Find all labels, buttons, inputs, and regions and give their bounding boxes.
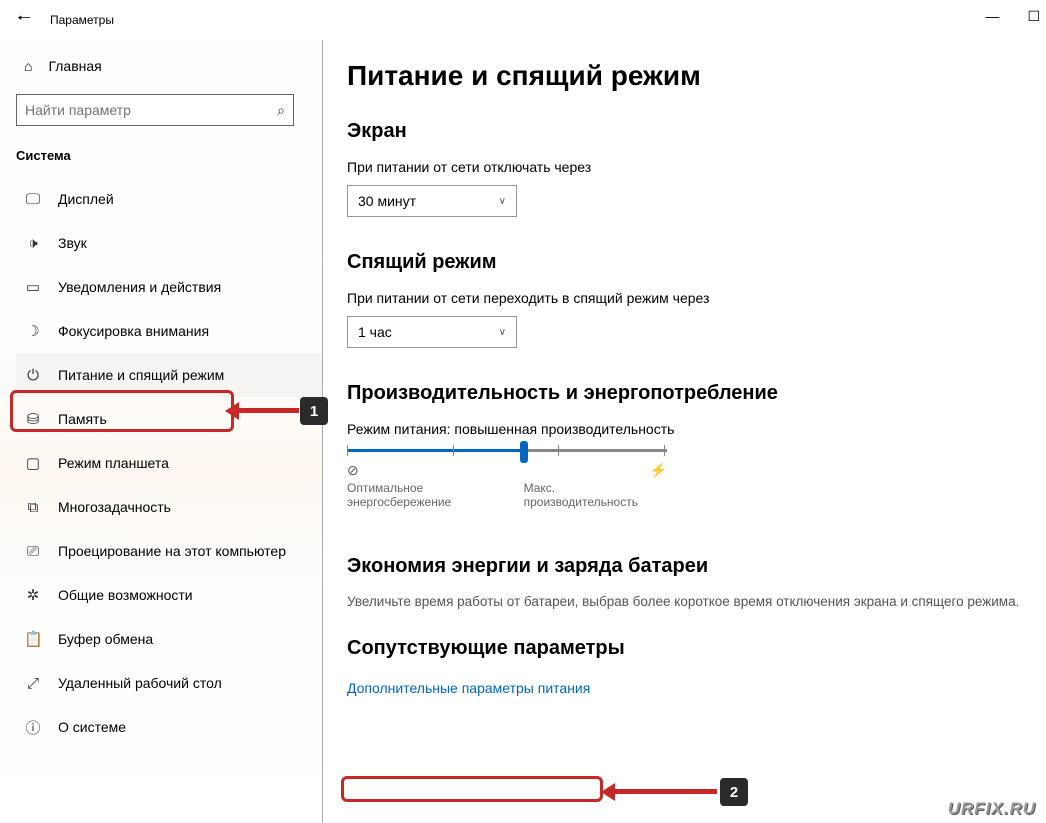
category-header: Система — [16, 142, 322, 177]
screen-timeout-value: 30 минут — [358, 193, 416, 209]
sidebar-item-label: Звук — [58, 235, 87, 251]
home-icon: ⌂ — [24, 58, 32, 74]
section-screen: Экран — [347, 120, 1046, 143]
window-title: Параметры — [40, 13, 114, 27]
back-button[interactable]: 🠐 — [8, 7, 40, 34]
chevron-down-icon: ∨ — [499, 327, 506, 338]
slider-thumb[interactable] — [520, 441, 528, 463]
battery-desc: Увеличьте время работы от батареи, выбра… — [347, 594, 1046, 609]
sidebar-item-label: Режим планшета — [58, 455, 169, 471]
storage-icon: ⛁ — [24, 410, 42, 428]
minimize-button[interactable]: — — [985, 8, 999, 25]
sidebar-item-focus[interactable]: ☽ Фокусировка внимания — [16, 309, 322, 353]
tablet-icon: ▢ — [24, 454, 42, 472]
sidebar-item-label: Многозадачность — [58, 499, 171, 515]
multitask-icon: ⧉ — [24, 499, 42, 516]
sidebar-item-label: Буфер обмена — [58, 631, 153, 647]
section-performance: Производительность и энергопотребление — [347, 382, 1046, 405]
sidebar-item-label: Удаленный рабочий стол — [58, 675, 222, 691]
sidebar-item-notifications[interactable]: ▭ Уведомления и действия — [16, 265, 322, 309]
sound-icon: 🕩 — [24, 235, 42, 252]
notifications-icon: ▭ — [24, 278, 42, 296]
sidebar-item-display[interactable]: 🖵 Дисплей — [16, 177, 322, 221]
sidebar-item-remote[interactable]: ⤢ Удаленный рабочий стол — [16, 661, 322, 705]
sidebar-item-label: Общие возможности — [58, 587, 193, 603]
sleep-label: При питании от сети переходить в спящий … — [347, 290, 1046, 306]
remote-icon: ⤢ — [24, 675, 42, 692]
watermark: URFIX.RU — [948, 799, 1036, 819]
section-related: Сопутствующие параметры — [347, 637, 1046, 660]
sidebar-item-storage[interactable]: ⛁ Память — [16, 397, 322, 441]
annotation-badge-1: 1 — [300, 397, 328, 425]
section-battery: Экономия энергии и заряда батареи — [347, 555, 1046, 578]
sidebar-item-label: Уведомления и действия — [58, 279, 221, 295]
maximize-button[interactable]: ☐ — [1027, 8, 1040, 25]
leaf-icon: ⊘ — [347, 462, 359, 479]
sidebar-item-tablet[interactable]: ▢ Режим планшета — [16, 441, 322, 485]
power-mode-label: Режим питания: повышенная производительн… — [347, 421, 1046, 437]
additional-power-settings-link[interactable]: Дополнительные параметры питания — [347, 676, 590, 700]
section-sleep: Спящий режим — [347, 251, 1046, 274]
main-panel: Питание и спящий режим Экран При питании… — [322, 40, 1046, 823]
sidebar-item-label: О системе — [58, 719, 126, 735]
sidebar-item-multitask[interactable]: ⧉ Многозадачность — [16, 485, 322, 529]
sidebar-item-label: Фокусировка внимания — [58, 323, 209, 339]
sidebar-item-sound[interactable]: 🕩 Звук — [16, 221, 322, 265]
sidebar-item-label: Память — [58, 411, 107, 427]
annotation-badge-2: 2 — [720, 778, 748, 806]
sidebar-item-label: Проецирование на этот компьютер — [58, 543, 286, 559]
shared-icon: ✲ — [24, 586, 42, 604]
search-box[interactable]: ⌕ — [16, 94, 294, 126]
clipboard-icon: 📋 — [24, 630, 42, 648]
search-icon: ⌕ — [277, 102, 285, 119]
bolt-icon: ⚡ — [650, 462, 667, 479]
sleep-timeout-select[interactable]: 1 час ∨ — [347, 316, 517, 348]
sidebar-item-clipboard[interactable]: 📋 Буфер обмена — [16, 617, 322, 661]
screen-label: При питании от сети отключать через — [347, 159, 1046, 175]
sidebar: ⌂ Главная ⌕ Система 🖵 Дисплей 🕩 Звук ▭ Увед… — [0, 40, 322, 823]
sidebar-item-shared[interactable]: ✲ Общие возможности — [16, 573, 322, 617]
display-icon: 🖵 — [24, 191, 42, 208]
power-slider[interactable] — [347, 449, 667, 452]
focus-icon: ☽ — [24, 322, 42, 340]
sleep-timeout-value: 1 час — [358, 324, 392, 340]
sidebar-item-about[interactable]: ⓘ О системе — [16, 705, 322, 749]
power-icon: ⏻ — [24, 367, 42, 384]
annotation-highlight-2 — [341, 776, 603, 802]
home-label: Главная — [48, 58, 101, 74]
screen-timeout-select[interactable]: 30 минут ∨ — [347, 185, 517, 217]
chevron-down-icon: ∨ — [499, 196, 506, 207]
sidebar-item-label: Дисплей — [58, 191, 114, 207]
sidebar-item-label: Питание и спящий режим — [58, 367, 224, 383]
project-icon: ⎚ — [24, 543, 42, 560]
sidebar-item-project[interactable]: ⎚ Проецирование на этот компьютер — [16, 529, 322, 573]
titlebar: 🠐 Параметры — ☐ — [0, 0, 1046, 40]
home-button[interactable]: ⌂ Главная — [16, 48, 322, 84]
sidebar-item-power[interactable]: ⏻ Питание и спящий режим — [16, 353, 322, 397]
search-input[interactable] — [25, 102, 277, 118]
perf-max-label: Макс. производительность — [524, 481, 667, 509]
about-icon: ⓘ — [24, 717, 42, 738]
perf-min-label: Оптимальное энергосбережение — [347, 481, 524, 509]
page-title: Питание и спящий режим — [347, 60, 1046, 92]
